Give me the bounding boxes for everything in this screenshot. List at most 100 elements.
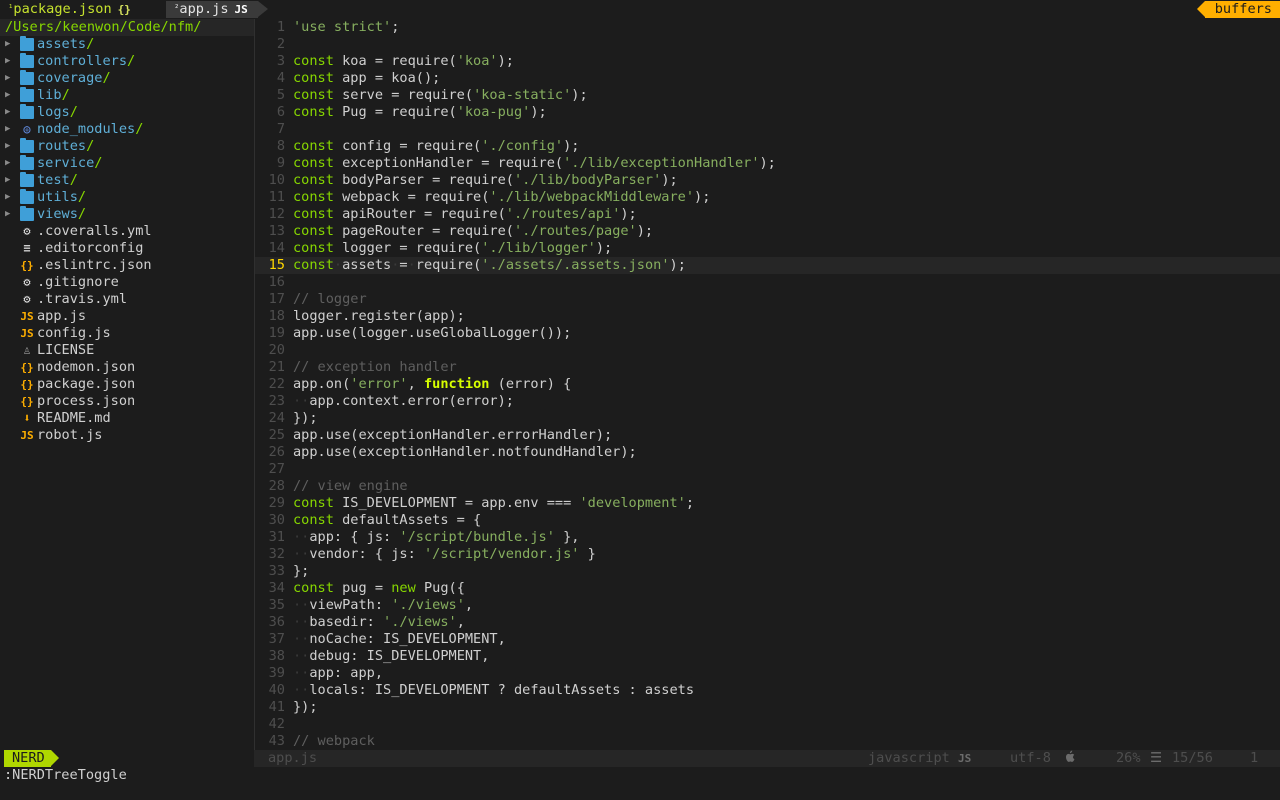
code-line[interactable]: 26 app.use(exceptionHandler.notfoundHandl… — [255, 444, 1280, 461]
code-line[interactable]: 36 ··basedir: './views', — [255, 614, 1280, 631]
tree-dir[interactable]: ▶ lib/ — [0, 87, 254, 104]
tree-file[interactable]: ⚙ .gitignore — [0, 274, 254, 291]
tree-file-name: LICENSE — [37, 342, 95, 358]
code-line[interactable]: 29 const IS_DEVELOPMENT = app.env === 'de… — [255, 495, 1280, 512]
code-token: , — [464, 597, 474, 613]
code-token: './views' — [383, 614, 457, 630]
line-number: 8 — [276, 138, 285, 154]
code-token: assets — [342, 257, 392, 273]
code-line[interactable]: 17 // logger — [255, 291, 1280, 308]
code-line[interactable]: 22 app.on('error', function (error) { — [255, 376, 1280, 393]
code-line[interactable]: 31 ··app: { js: '/script/bundle.js' }, — [255, 529, 1280, 546]
expand-arrow-icon[interactable]: ▶ — [5, 87, 10, 104]
code-line[interactable]: 39 ··app: app, — [255, 665, 1280, 682]
tree-dir[interactable]: ▶ views/ — [0, 206, 254, 223]
tree-file-name: app.js — [37, 308, 87, 324]
line-number: 32 — [268, 546, 285, 562]
tree-file[interactable]: JS robot.js — [0, 427, 254, 444]
code-line[interactable]: 10 const bodyParser = require('./lib/body… — [255, 172, 1280, 189]
expand-arrow-icon[interactable]: ▶ — [5, 104, 10, 121]
code-line[interactable]: 42 — [255, 716, 1280, 733]
line-number: 29 — [268, 495, 285, 511]
code-line[interactable]: 8 const config = require('./config'); — [255, 138, 1280, 155]
tab-package-json[interactable]: ¹package.json{} — [0, 1, 137, 18]
code-line[interactable]: 23 ··app.context.error(error); — [255, 393, 1280, 410]
expand-arrow-icon[interactable]: ▶ — [5, 138, 10, 155]
code-editor[interactable]: 1'use strict'; 2 3 const koa = require('koa… — [255, 19, 1280, 750]
code-line[interactable]: 35 ··viewPath: './views', — [255, 597, 1280, 614]
code-line[interactable]: 2 — [255, 36, 1280, 53]
code-line[interactable]: 30 const defaultAssets = { — [255, 512, 1280, 529]
expand-arrow-icon[interactable]: ▶ — [5, 53, 10, 70]
expand-arrow-icon[interactable]: ▶ — [5, 70, 10, 87]
code-line[interactable]: 18 logger.register(app); — [255, 308, 1280, 325]
tree-dir[interactable]: ▶ utils/ — [0, 189, 254, 206]
expand-arrow-icon[interactable]: ▶ — [5, 172, 10, 189]
expand-arrow-icon[interactable]: ▶ — [5, 155, 10, 172]
code-line[interactable]: 33}; — [255, 563, 1280, 580]
code-line[interactable]: 25 app.use(exceptionHandler.errorHandler)… — [255, 427, 1280, 444]
code-line[interactable]: 19 app.use(logger.useGlobalLogger()); — [255, 325, 1280, 342]
code-line[interactable]: 12 const apiRouter = require('./routes/ap… — [255, 206, 1280, 223]
buffers-label: buffers — [1196, 1, 1280, 18]
tree-dir-name: utils — [37, 189, 78, 205]
code-line[interactable]: 16 — [255, 274, 1280, 291]
code-line[interactable]: 21 // exception handler — [255, 359, 1280, 376]
code-line[interactable]: 37 ··noCache: IS_DEVELOPMENT, — [255, 631, 1280, 648]
tree-file[interactable]: {} process.json — [0, 393, 254, 410]
tree-file[interactable]: ⚙ .coveralls.yml — [0, 223, 254, 240]
tree-file-name: .eslintrc.json — [37, 257, 152, 273]
tree-file[interactable]: ≡ .editorconfig — [0, 240, 254, 257]
tree-dir[interactable]: ▶ ◎ node_modules/ — [0, 121, 254, 138]
code-token: config = require( — [333, 138, 482, 154]
tree-root-path[interactable]: /Users/keenwon/Code/nfm/ — [0, 19, 254, 36]
code-line[interactable]: 38 ··debug: IS_DEVELOPMENT, — [255, 648, 1280, 665]
code-line[interactable]: 15 const·assets·=·require('./assets/.asse… — [255, 257, 1280, 274]
tree-file[interactable]: {} package.json — [0, 376, 254, 393]
code-line[interactable]: 5 const serve = require('koa-static'); — [255, 87, 1280, 104]
tree-file[interactable]: ♙ LICENSE — [0, 342, 254, 359]
tree-dir[interactable]: ▶ assets/ — [0, 36, 254, 53]
expand-arrow-icon[interactable]: ▶ — [5, 189, 10, 206]
code-line[interactable]: 20 — [255, 342, 1280, 359]
code-line[interactable]: 34 const pug = new Pug({ — [255, 580, 1280, 597]
expand-arrow-icon[interactable]: ▶ — [5, 36, 10, 53]
command-line[interactable]: :NERDTreeToggle — [4, 767, 127, 784]
tree-file[interactable]: ⬇ README.md — [0, 410, 254, 427]
line-number: 22 — [268, 376, 285, 392]
expand-arrow-icon[interactable]: ▶ — [5, 206, 10, 223]
tree-dir[interactable]: ▶ logs/ — [0, 104, 254, 121]
tab-app-js[interactable]: ²app.js JS — [166, 1, 268, 18]
code-line[interactable]: 9 const exceptionHandler = require('./lib… — [255, 155, 1280, 172]
code-line[interactable]: 6 const Pug = require('koa-pug'); — [255, 104, 1280, 121]
code-line[interactable]: 4 const app = koa(); — [255, 70, 1280, 87]
tree-dir[interactable]: ▶ routes/ — [0, 138, 254, 155]
code-line[interactable]: 11 const webpack = require('./lib/webpack… — [255, 189, 1280, 206]
tree-dir[interactable]: ▶ service/ — [0, 155, 254, 172]
code-line[interactable]: 40 ··locals: IS_DEVELOPMENT ? defaultAsse… — [255, 682, 1280, 699]
code-line[interactable]: 3 const koa = require('koa'); — [255, 53, 1280, 70]
code-line[interactable]: 43 // webpack — [255, 733, 1280, 750]
code-line[interactable]: 14 const logger = require('./lib/logger')… — [255, 240, 1280, 257]
license-icon: ♙ — [23, 343, 31, 357]
code-line[interactable]: 24}); — [255, 410, 1280, 427]
code-token: ); — [669, 257, 686, 273]
code-line[interactable]: 41}); — [255, 699, 1280, 716]
code-line[interactable]: 32 ··vendor: { js: '/script/vendor.js' } — [255, 546, 1280, 563]
tree-file[interactable]: ⚙ .travis.yml — [0, 291, 254, 308]
tree-file[interactable]: JS config.js — [0, 325, 254, 342]
code-line[interactable]: 7 — [255, 121, 1280, 138]
code-line[interactable]: 28 // view engine — [255, 478, 1280, 495]
code-line[interactable]: 27 — [255, 461, 1280, 478]
folder-icon — [20, 189, 34, 204]
tree-file[interactable]: {} nodemon.json — [0, 359, 254, 376]
code-line[interactable]: 13 const pageRouter = require('./routes/p… — [255, 223, 1280, 240]
code-line[interactable]: 1 'use strict'; — [255, 19, 1280, 36]
tree-file[interactable]: JS app.js — [0, 308, 254, 325]
tree-dir[interactable]: ▶ coverage/ — [0, 70, 254, 87]
expand-arrow-icon[interactable]: ▶ — [5, 121, 10, 138]
tree-dir[interactable]: ▶ test/ — [0, 172, 254, 189]
tree-file[interactable]: {} .eslintrc.json — [0, 257, 254, 274]
tree-dir[interactable]: ▶ controllers/ — [0, 53, 254, 70]
code-token: }, — [554, 529, 580, 545]
